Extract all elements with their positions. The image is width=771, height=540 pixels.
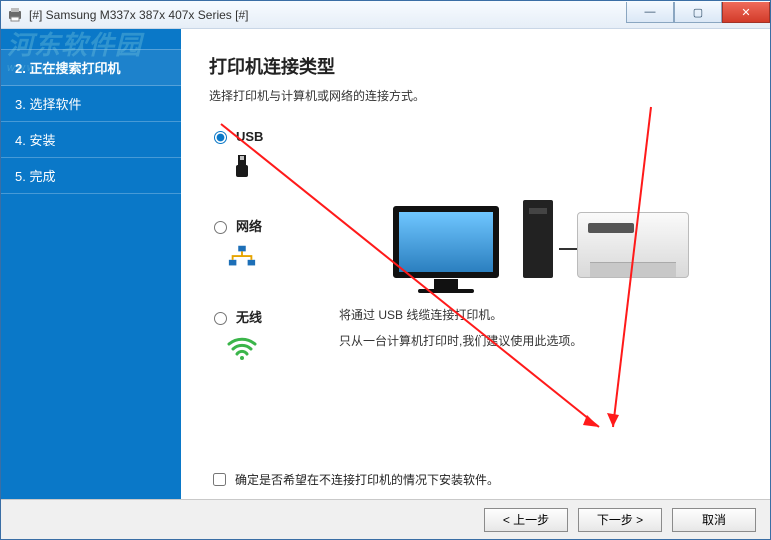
option-usb-label[interactable]: USB	[209, 128, 319, 144]
footer: < 上一步 下一步 > 取消	[1, 499, 770, 539]
installer-window: [#] Samsung M337x 387x 407x Series [#] —…	[0, 0, 771, 540]
cancel-button[interactable]: 取消	[672, 508, 756, 532]
main-panel: 打印机连接类型 选择打印机与计算机或网络的连接方式。 USB 网络	[181, 29, 770, 499]
option-network-radio[interactable]	[214, 221, 227, 234]
description-line-2: 只从一台计算机打印时,我们建议使用此选项。	[339, 328, 742, 354]
sidebar-step-2[interactable]: 2. 正在搜索打印机	[1, 49, 181, 86]
option-network[interactable]: 网络	[209, 216, 319, 271]
option-wireless-label[interactable]: 无线	[209, 307, 319, 326]
sidebar-step-4[interactable]: 4. 安装	[1, 122, 181, 158]
option-detail: 将通过 USB 线缆连接打印机。 只从一台计算机打印时,我们建议使用此选项。	[339, 128, 742, 355]
wifi-icon	[227, 334, 257, 362]
sidebar: 2. 正在搜索打印机 3. 选择软件 4. 安装 5. 完成	[1, 29, 181, 499]
connection-illustration	[339, 128, 742, 278]
monitor-graphic	[393, 206, 499, 278]
page-subtitle: 选择打印机与计算机或网络的连接方式。	[209, 87, 742, 104]
option-usb[interactable]: USB	[209, 128, 319, 180]
option-network-label[interactable]: 网络	[209, 216, 319, 235]
install-without-printer-checkbox[interactable]	[213, 473, 226, 486]
page-heading: 打印机连接类型	[209, 53, 742, 79]
option-usb-radio[interactable]	[214, 131, 227, 144]
printer-graphic	[577, 212, 689, 278]
next-button[interactable]: 下一步 >	[578, 508, 662, 532]
install-without-printer-label: 确定是否希望在不连接打印机的情况下安装软件。	[235, 471, 499, 488]
option-description: 将通过 USB 线缆连接打印机。 只从一台计算机打印时,我们建议使用此选项。	[339, 302, 742, 355]
sidebar-step-5[interactable]: 5. 完成	[1, 158, 181, 194]
maximize-button[interactable]: ▢	[674, 2, 722, 23]
option-wireless[interactable]: 无线	[209, 307, 319, 362]
sidebar-step-label: 2. 正在搜索打印机	[15, 61, 120, 76]
sidebar-step-label: 3. 选择软件	[15, 97, 81, 112]
description-line-1: 将通过 USB 线缆连接打印机。	[339, 302, 742, 328]
network-nodes-icon	[227, 243, 257, 271]
sidebar-step-label: 4. 安装	[15, 133, 55, 148]
minimize-button[interactable]: —	[626, 2, 674, 23]
tower-graphic	[523, 200, 553, 278]
back-button[interactable]: < 上一步	[484, 508, 568, 532]
window-buttons: — ▢ ✕	[626, 6, 770, 23]
install-without-printer-row[interactable]: 确定是否希望在不连接打印机的情况下安装软件。	[209, 470, 499, 489]
sidebar-step-3[interactable]: 3. 选择软件	[1, 86, 181, 122]
connection-options: USB 网络	[209, 128, 319, 398]
titlebar: [#] Samsung M337x 387x 407x Series [#] —…	[1, 1, 770, 29]
option-text: 无线	[236, 307, 262, 326]
window-body: 2. 正在搜索打印机 3. 选择软件 4. 安装 5. 完成 打印机连接类型 选…	[1, 29, 770, 499]
window-title: [#] Samsung M337x 387x 407x Series [#]	[29, 8, 626, 22]
option-text: USB	[236, 129, 263, 144]
option-wireless-radio[interactable]	[214, 312, 227, 325]
app-icon	[7, 7, 23, 23]
sidebar-step-label: 5. 完成	[15, 169, 55, 184]
close-button[interactable]: ✕	[722, 2, 770, 23]
option-text: 网络	[236, 216, 262, 235]
usb-plug-icon	[227, 152, 257, 180]
